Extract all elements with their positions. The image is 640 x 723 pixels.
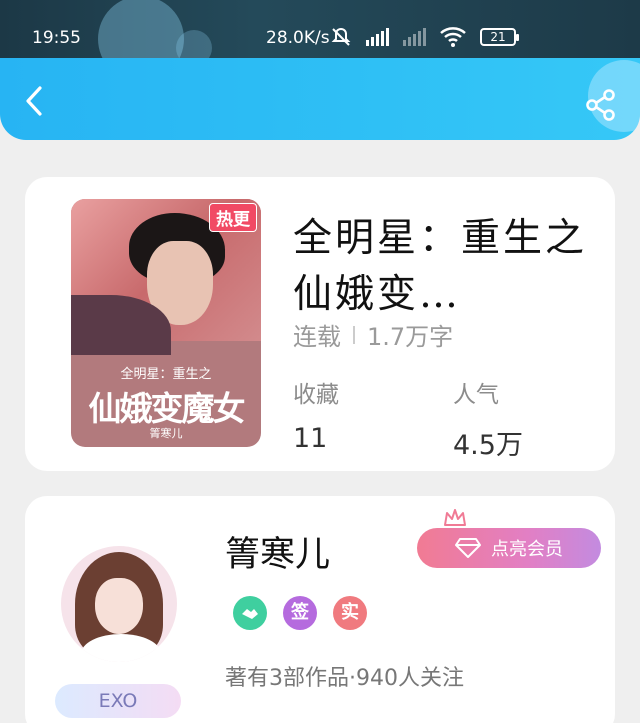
serial-status: 连载 [293,323,341,351]
cover-author: 箐寒儿 [149,427,183,440]
collect-value: 11 [293,423,328,454]
author-tags: 签 实 [233,596,367,630]
cell-signal-icon [366,28,389,46]
signed-badge: 签 [283,596,317,630]
book-title: 全明星：重生之仙娥变… [293,216,588,317]
status-bar: 19:55 28.0K/s 21 [0,0,640,82]
network-speed: 28.0K/s [266,28,330,48]
battery-icon: 21 [480,28,519,46]
diamond-icon [455,538,481,558]
collect-stat: 收藏 11 [293,375,339,454]
clock: 19:55 [32,28,81,48]
popularity-stat: 人气 4.5万 [453,375,523,462]
vip-button[interactable]: 点亮会员 [417,528,601,568]
avatar[interactable] [61,546,177,662]
author-card: EXO 箐寒儿 点亮会员 签 实 著有3部作品·940人关注 [25,496,615,723]
avatar-face [95,578,143,634]
crown-icon [444,509,466,526]
verified-badge: 实 [333,596,367,630]
mute-bell-icon [331,27,351,46]
word-count: 1.7万字 [367,323,454,351]
wifi-icon [440,27,466,47]
update-badge: 热更 [209,203,257,232]
divider [353,325,355,344]
share-icon[interactable] [584,88,618,122]
handshake-icon [233,596,267,630]
vip-button-label: 点亮会员 [491,539,563,560]
book-cover[interactable]: 热更 全明星：重生之 仙娥变魔女 箐寒儿 [71,199,261,447]
cover-title: 仙娥变魔女 [88,389,246,428]
popularity-value: 4.5万 [453,430,523,461]
cover-subtitle: 全明星：重生之 [120,367,212,382]
chevron-left-icon[interactable] [20,84,50,118]
popularity-label: 人气 [453,382,499,408]
status-icons: 21 [330,26,519,48]
handshake-glyph [242,609,258,619]
app-bar [0,58,640,140]
collect-label: 收藏 [293,382,339,408]
author-name[interactable]: 箐寒儿 [225,526,330,577]
book-meta: 连载 1.7万字 [293,317,453,352]
cell-signal-2-icon [403,28,426,46]
author-stats: 著有3部作品·940人关注 [225,666,464,691]
book-info-card: 热更 全明星：重生之 仙娥变魔女 箐寒儿 全明星：重生之仙娥变… 连载 1.7万… [25,177,615,471]
fan-badge: EXO [55,684,181,718]
